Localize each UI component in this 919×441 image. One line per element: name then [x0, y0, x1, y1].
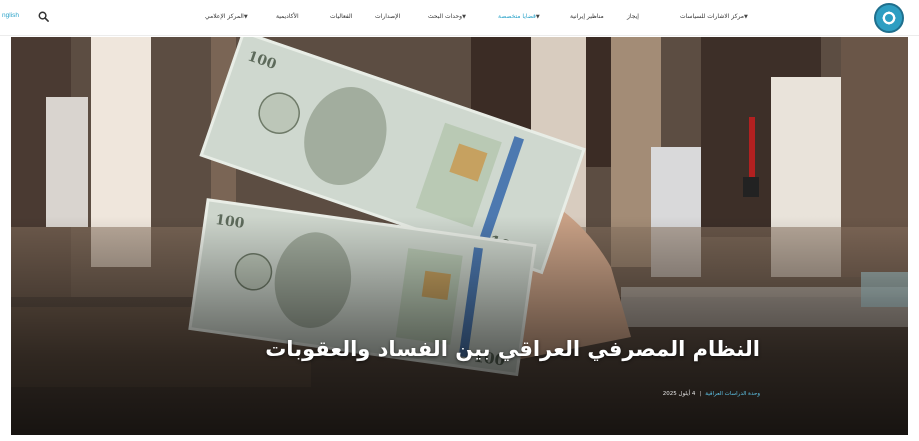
research-unit-link[interactable]: وحدة الدراسات العراقية	[705, 391, 760, 397]
nav-item-iranian-perspectives[interactable]: مناظير إيرانية	[570, 13, 604, 20]
nav-item-media-center[interactable]: ▼المركز الإعلامي	[205, 13, 251, 20]
nav-item-publications[interactable]: الإصدارات	[375, 13, 400, 20]
meta-separator: |	[699, 391, 702, 397]
chevron-down-icon: ▼	[535, 14, 540, 20]
nav-item-academy[interactable]: الأكاديمية	[276, 13, 299, 20]
nav-item-research-units[interactable]: ▼وحدات البحث	[428, 13, 469, 20]
language-switch-link[interactable]: nglish	[2, 12, 19, 19]
site-logo-icon[interactable]	[874, 3, 904, 33]
page-bottom-strip	[0, 435, 919, 441]
logo-mark	[883, 12, 895, 24]
chevron-down-icon: ▼	[743, 14, 748, 20]
chevron-down-icon: ▼	[462, 14, 466, 20]
hero-gradient-overlay	[11, 37, 908, 435]
top-navbar: nglish ▼مركز الاشارات للسياسات إيجاز منا…	[0, 0, 919, 36]
nav-item-specialized-issues[interactable]: ▼قضايا متخصصة	[498, 13, 543, 20]
nav-item-events[interactable]: الفعاليات	[330, 13, 352, 20]
nav-item-policy-center[interactable]: ▼مركز الاشارات للسياسات	[680, 13, 751, 20]
publish-date: 4 أيلول 2025	[662, 391, 696, 397]
hero-title[interactable]: النظام المصرفي العراقي بين الفساد والعقو…	[265, 337, 760, 361]
hero-banner[interactable]: 100 100 100 100 النظام المصرفي العراقي ب…	[11, 37, 908, 435]
search-icon[interactable]	[38, 11, 49, 22]
nav-item-ijaz[interactable]: إيجاز	[627, 13, 639, 20]
hero-meta: وحدة الدراسات العراقية|4 أيلول 2025	[663, 391, 760, 397]
chevron-down-icon: ▼	[243, 14, 248, 20]
